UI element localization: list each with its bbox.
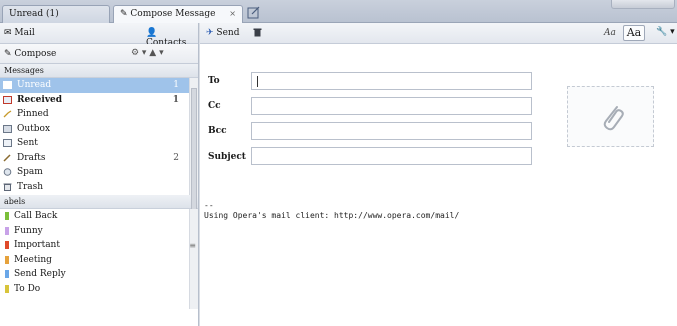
tab-compose-message[interactable]: ✎ Compose Message × [113, 5, 243, 23]
labels-header-label: abels [4, 197, 26, 206]
font-size-button[interactable]: Aa [623, 25, 645, 41]
label-name: Call Back [14, 211, 58, 221]
labels-list: Call Back Funny Important Meeting Send R… [0, 209, 198, 309]
label-color-icon [5, 212, 9, 220]
received-count: 1 [172, 94, 179, 105]
inbox-icon [3, 95, 12, 104]
discard-icon[interactable] [253, 28, 262, 37]
folder-label: Pinned [17, 109, 49, 119]
send-icon: ✈ [206, 28, 214, 38]
label-name: To Do [14, 283, 41, 294]
resize-grip-icon[interactable]: ≡ [189, 241, 196, 250]
drafts-icon [3, 153, 12, 162]
signature-text: -- Using Opera's mail client: http://www… [204, 201, 460, 220]
wrench-icon[interactable]: 🔧 ▾ [656, 27, 675, 37]
new-tab-icon[interactable] [247, 6, 261, 19]
cc-label: Cc [208, 101, 221, 111]
message-body[interactable]: -- Using Opera's mail client: http://www… [200, 174, 677, 326]
scroll-thumb[interactable] [191, 88, 197, 218]
label-important[interactable]: Important [0, 238, 198, 253]
label-name: Send Reply [14, 269, 66, 279]
envelope-icon [3, 81, 12, 89]
folder-pinned[interactable]: Pinned [0, 107, 198, 122]
compose-message-toolbar: ✈ Send Aa Aa 🔧 ▾ [200, 23, 677, 44]
label-call-back[interactable]: Call Back [0, 209, 198, 224]
subject-label: Subject [208, 152, 246, 162]
folder-spam[interactable]: Spam [0, 165, 198, 180]
folder-sent[interactable]: Sent [0, 136, 198, 151]
label-color-icon [5, 255, 9, 264]
bcc-label: Bcc [208, 126, 227, 136]
folder-received[interactable]: Received 1 [0, 93, 198, 108]
label-color-icon [5, 284, 9, 293]
folder-label: Outbox [17, 123, 51, 134]
folder-label: Received [17, 94, 63, 105]
messages-list: Unread 1 Received 1 Pinned Outbox Sent D… [0, 78, 198, 218]
folder-label: Sent [17, 138, 38, 148]
bcc-field[interactable] [251, 122, 532, 140]
messages-section-header[interactable]: Messages [0, 64, 198, 78]
folder-trash[interactable]: Trash [0, 180, 198, 195]
font-style-button[interactable]: Aa [604, 28, 616, 38]
attachment-drop-zone[interactable] [567, 86, 654, 147]
left-panel: ✉ Mail 👤 Contacts ✎ Compose ⚙ ▾ ▲ ▾ Mess… [0, 23, 199, 326]
message-headers: To Cc Bcc Subject [200, 44, 677, 174]
folder-label: Spam [17, 167, 43, 177]
send-label: Send [216, 28, 240, 38]
spam-icon [3, 168, 12, 176]
mail-label: Mail [14, 28, 35, 38]
unread-count: 1 [173, 80, 179, 90]
text-caret [257, 76, 258, 87]
label-meeting[interactable]: Meeting [0, 253, 198, 268]
messages-scrollbar[interactable] [189, 78, 198, 218]
pin-icon [3, 110, 12, 118]
label-funny[interactable]: Funny [0, 224, 198, 239]
label-name: Meeting [14, 254, 52, 265]
tab-unread[interactable]: Unread (1) [2, 5, 110, 23]
tab-compose-label: Compose Message [130, 9, 216, 19]
compose-icon: ✎ [4, 49, 12, 59]
subject-field[interactable] [251, 147, 532, 165]
compose-label: Compose [14, 49, 57, 59]
compose-button[interactable]: ✎ Compose [4, 49, 56, 59]
folder-label: Trash [17, 181, 44, 192]
label-send-reply[interactable]: Send Reply [0, 267, 198, 282]
to-label: To [208, 76, 220, 86]
label-color-icon [5, 241, 9, 249]
panel-toolbar: ✉ Mail 👤 Contacts [0, 23, 198, 48]
folder-label: Unread [17, 80, 52, 90]
folder-outbox[interactable]: Outbox [0, 122, 198, 137]
tab-unread-label: Unread (1) [9, 9, 59, 19]
outbox-icon [3, 124, 12, 133]
mail-icon: ✉ [4, 28, 12, 38]
to-field[interactable] [251, 72, 532, 90]
folder-unread[interactable]: Unread 1 [0, 78, 198, 93]
panel-actions-menu[interactable]: ⚙ ▾ ▲ ▾ [131, 48, 164, 58]
paperclip-icon [599, 103, 625, 133]
folder-label: Drafts [17, 152, 46, 163]
close-tab-button[interactable]: × [229, 9, 236, 18]
label-to-do[interactable]: To Do [0, 282, 198, 297]
label-color-icon [5, 226, 9, 235]
window-controls[interactable] [611, 0, 675, 9]
messages-header-label: Messages [4, 66, 44, 75]
trash-icon [3, 183, 12, 191]
tab-strip: Unread (1) ✎ Compose Message × [0, 0, 677, 23]
labels-scrollbar[interactable]: ≡ [189, 209, 198, 309]
label-color-icon [5, 270, 9, 278]
person-icon: 👤 [146, 28, 158, 38]
labels-section-header[interactable]: abels [0, 195, 198, 209]
label-name: Important [14, 240, 60, 250]
folder-drafts[interactable]: Drafts 2 [0, 151, 198, 166]
send-button[interactable]: ✈ Send [206, 28, 239, 38]
pencil-icon: ✎ [120, 9, 128, 19]
label-name: Funny [14, 225, 43, 236]
mail-button[interactable]: ✉ Mail [4, 28, 35, 38]
drafts-count: 2 [173, 152, 179, 163]
compose-toolbar: ✎ Compose ⚙ ▾ ▲ ▾ [0, 44, 198, 64]
cc-field[interactable] [251, 97, 532, 115]
sent-icon [3, 139, 12, 147]
